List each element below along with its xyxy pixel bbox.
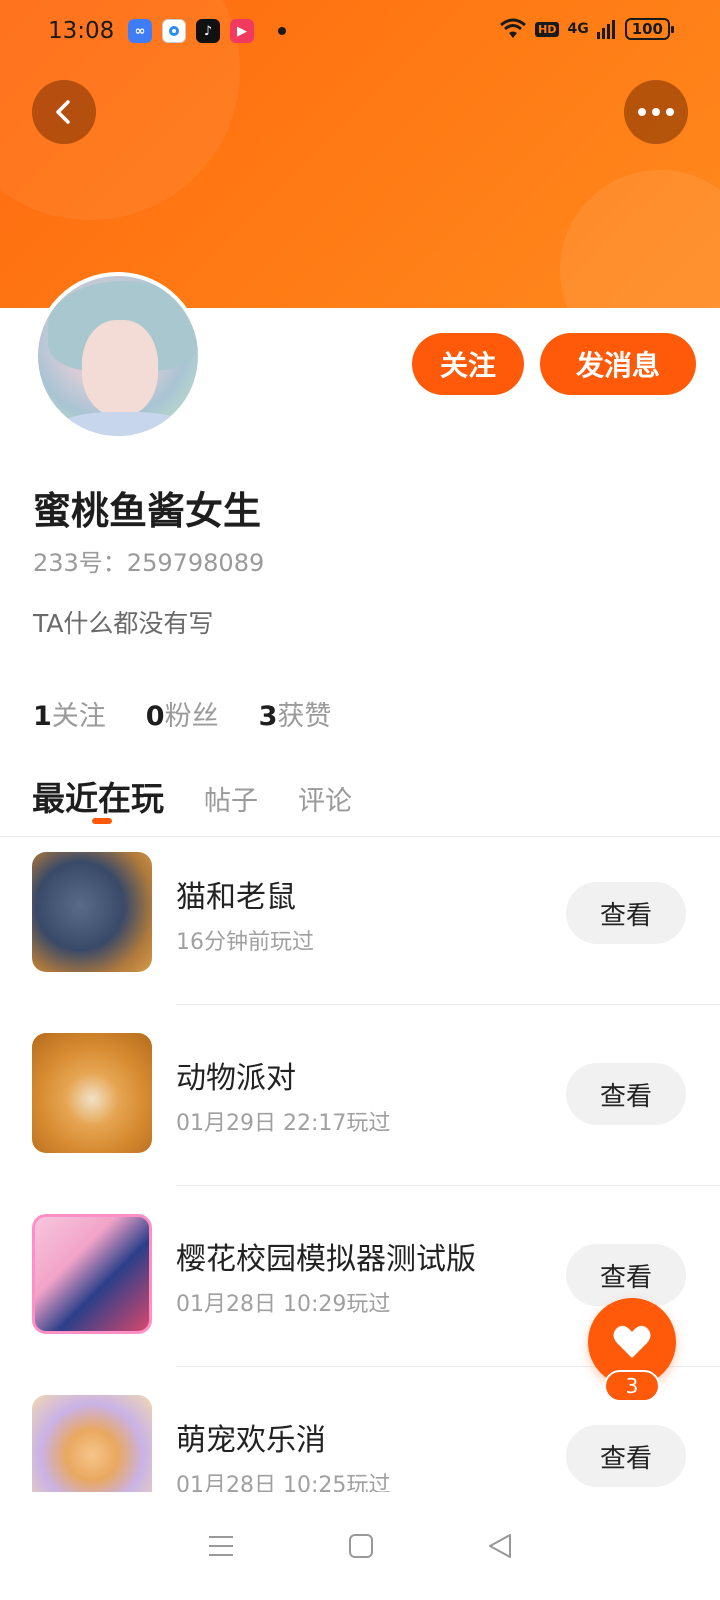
status-time: 13:08 [48, 18, 115, 44]
view-button[interactable]: 查看 [566, 1244, 686, 1306]
tab-recent-label: 最近在玩 [32, 779, 164, 818]
tiktok-app-icon: ♪ [196, 19, 220, 43]
tab-posts[interactable]: 帖子 [204, 779, 258, 818]
following-count: 1 [33, 701, 52, 732]
user-id: 233号：259798089 [33, 549, 265, 577]
hd-icon: HD [535, 21, 560, 37]
more-options-button[interactable] [624, 80, 688, 144]
follow-button[interactable]: 关注 [412, 333, 524, 395]
following-stat[interactable]: 1关注 [33, 694, 106, 733]
profile-tabs: 最近在玩 帖子 评论 [32, 772, 352, 824]
username: 蜜桃鱼酱女生 [33, 489, 262, 533]
fans-label: 粉丝 [164, 701, 219, 732]
like-count-badge: 3 [604, 1370, 660, 1402]
game-played-time: 16分钟前玩过 [176, 930, 314, 955]
game-icon-cute-pet [32, 1395, 152, 1492]
status-app-icons: ∞ ♪ ▶ [128, 19, 286, 43]
profile-stats: 1关注 0粉丝 3获赞 [33, 694, 331, 733]
following-label: 关注 [51, 701, 106, 732]
game-played-time: 01月28日 10:29玩过 [176, 1292, 391, 1317]
divider [0, 836, 720, 837]
network-label: 4G [567, 21, 589, 37]
send-message-button[interactable]: 发消息 [540, 333, 696, 395]
game-title: 樱花校园模拟器测试版 [176, 1242, 476, 1277]
game-icon-sakura-school [32, 1214, 152, 1334]
likes-count: 3 [258, 701, 278, 732]
game-title: 动物派对 [176, 1061, 296, 1096]
view-button[interactable]: 查看 [566, 882, 686, 944]
view-button[interactable]: 查看 [566, 1425, 686, 1487]
status-indicators: HD 4G 100 [499, 18, 675, 40]
infinity-app-icon: ∞ [128, 19, 152, 43]
more-dots-icon [638, 108, 674, 116]
active-tab-indicator [92, 818, 112, 824]
menu-icon[interactable] [206, 1532, 236, 1560]
likes-stat[interactable]: 3获赞 [259, 694, 332, 733]
notification-dot-icon [278, 27, 286, 35]
divider [176, 1004, 720, 1005]
chevron-left-icon [56, 100, 70, 124]
avatar[interactable] [34, 272, 202, 440]
fans-stat[interactable]: 0粉丝 [146, 694, 219, 733]
video-app-icon: ▶ [230, 19, 254, 43]
home-icon[interactable] [347, 1532, 375, 1560]
tab-comments[interactable]: 评论 [298, 779, 352, 818]
banner-decoration [560, 170, 720, 308]
list-item[interactable]: 猫和老鼠 16分钟前玩过 查看 [0, 852, 720, 1036]
battery-icon: 100 [624, 18, 675, 40]
game-played-time: 01月28日 10:25玩过 [176, 1473, 391, 1492]
list-item[interactable]: 萌宠欢乐消 01月28日 10:25玩过 查看 [0, 1395, 720, 1492]
system-navigation-bar [0, 1492, 720, 1600]
list-item[interactable]: 动物派对 01月29日 22:17玩过 查看 [0, 1033, 720, 1217]
divider [176, 1185, 720, 1186]
heart-icon [613, 1325, 651, 1358]
game-played-time: 01月29日 22:17玩过 [176, 1111, 391, 1136]
view-button[interactable]: 查看 [566, 1063, 686, 1125]
back-triangle-icon[interactable] [486, 1532, 514, 1560]
tab-recent-played[interactable]: 最近在玩 [32, 772, 164, 824]
wifi-icon [500, 18, 527, 38]
signal-icon [596, 20, 615, 39]
browser-app-icon [162, 19, 186, 43]
game-title: 萌宠欢乐消 [176, 1423, 326, 1458]
back-button[interactable] [32, 80, 96, 144]
status-bar: 13:08 ∞ ♪ ▶ HD 4G 100 [0, 0, 720, 62]
game-icon-tom-and-jerry [32, 852, 152, 972]
fans-count: 0 [145, 701, 165, 732]
game-title: 猫和老鼠 [176, 880, 296, 915]
likes-label: 获赞 [277, 701, 332, 732]
user-bio: TA什么都没有写 [33, 609, 214, 638]
game-icon-animal-party [32, 1033, 152, 1153]
